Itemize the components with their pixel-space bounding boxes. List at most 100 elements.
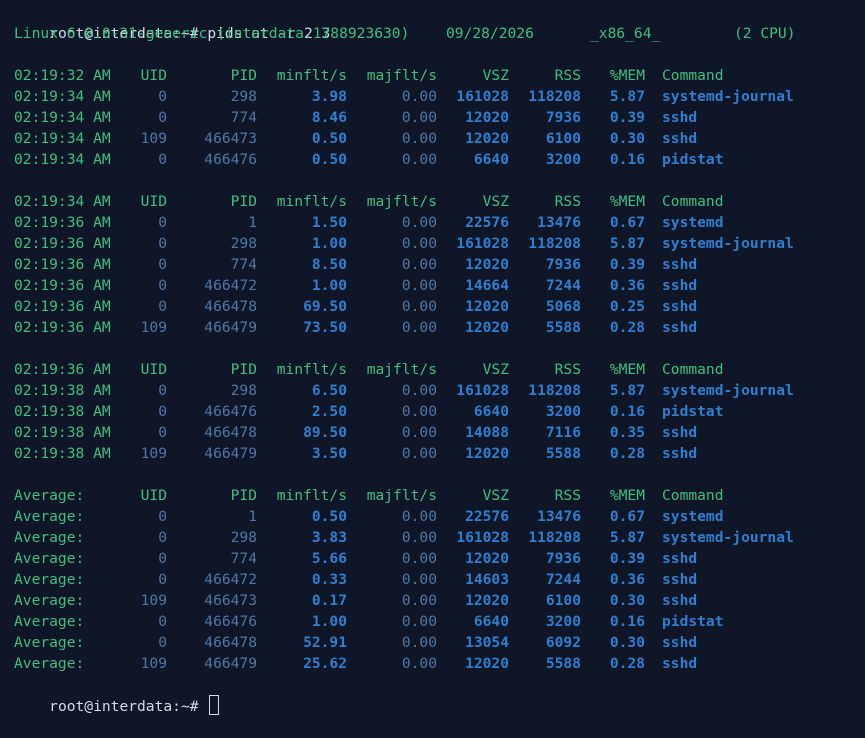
command-cell: sshd — [662, 445, 698, 462]
uid-cell: 0 — [158, 214, 167, 231]
command-cell: systemd-journal — [662, 88, 794, 105]
command-cell: sshd — [662, 634, 698, 651]
uid-cell: 0 — [158, 88, 167, 105]
process-row: 02:19:34 AM 109 466473 0.50 0.00 12020 6100 0.3… — [14, 128, 865, 149]
time-cell: 02:19:36 AM — [14, 277, 111, 294]
vsz-cell: 6640 — [473, 403, 509, 420]
minflt-cell: 3.98 — [311, 88, 347, 105]
rss-cell: 118208 — [528, 529, 581, 546]
header-rss: RSS — [554, 193, 581, 210]
vsz-cell: 12020 — [465, 109, 509, 126]
pid-cell: 466473 — [204, 592, 257, 609]
majflt-cell: 0.00 — [401, 529, 437, 546]
vsz-cell: 6640 — [473, 613, 509, 630]
header-time: Average: — [14, 487, 85, 504]
time-cell: 02:19:38 AM — [14, 403, 111, 420]
uid-cell: 0 — [158, 109, 167, 126]
command-cell: sshd — [662, 424, 698, 441]
command-cell: sshd — [662, 550, 698, 567]
header-cmd: Command — [662, 361, 724, 378]
header-minflt: minflt/s — [276, 193, 347, 210]
uid-cell: 0 — [158, 571, 167, 588]
time-cell: Average: — [14, 592, 85, 609]
pid-cell: 298 — [230, 529, 257, 546]
pid-cell: 774 — [230, 109, 257, 126]
mem-cell: 0.39 — [609, 256, 645, 273]
time-cell: 02:19:36 AM — [14, 256, 111, 273]
mem-cell: 0.28 — [609, 655, 645, 672]
pid-cell: 298 — [230, 88, 257, 105]
rss-cell: 7936 — [545, 256, 581, 273]
vsz-cell: 161028 — [456, 529, 509, 546]
command-cell: systemd — [662, 508, 724, 525]
time-cell: 02:19:36 AM — [14, 298, 111, 315]
uid-cell: 0 — [158, 529, 167, 546]
sysinfo-line: Linux 6.8.0-31-generic (interdata.178892… — [14, 23, 865, 44]
header-majflt: majflt/s — [366, 361, 437, 378]
rss-cell: 6092 — [545, 634, 581, 651]
majflt-cell: 0.00 — [401, 403, 437, 420]
vsz-cell: 12020 — [465, 319, 509, 336]
pid-cell: 298 — [230, 382, 257, 399]
vsz-cell: 12020 — [465, 130, 509, 147]
majflt-cell: 0.00 — [401, 445, 437, 462]
command-cell: pidstat — [662, 151, 724, 168]
command-cell: sshd — [662, 256, 698, 273]
command-cell: sshd — [662, 319, 698, 336]
majflt-cell: 0.00 — [401, 151, 437, 168]
pid-cell: 466479 — [204, 445, 257, 462]
mem-cell: 0.30 — [609, 634, 645, 651]
majflt-cell: 0.00 — [401, 592, 437, 609]
uid-cell: 0 — [158, 256, 167, 273]
rss-cell: 7936 — [545, 550, 581, 567]
uid-cell: 109 — [140, 445, 167, 462]
header-cmd: Command — [662, 193, 724, 210]
majflt-cell: 0.00 — [401, 655, 437, 672]
time-cell: 02:19:34 AM — [14, 88, 111, 105]
process-row: Average: 109 466473 0.17 0.00 12020 6100 0.30 ss… — [14, 590, 865, 611]
mem-cell: 5.87 — [609, 529, 645, 546]
process-row: 02:19:34 AM 0 466476 0.50 0.00 6640 3200 0.16 pi… — [14, 149, 865, 170]
vsz-cell: 14088 — [465, 424, 509, 441]
uid-cell: 0 — [158, 277, 167, 294]
mem-cell: 0.35 — [609, 424, 645, 441]
time-cell: Average: — [14, 634, 85, 651]
final-prompt-line[interactable]: root@interdata:~# — [14, 674, 865, 715]
process-row: Average: 0 466478 52.91 0.00 13054 6092 0.30 ssh… — [14, 632, 865, 653]
cpu-count: (2 CPU) — [734, 25, 796, 42]
vsz-cell: 12020 — [465, 445, 509, 462]
process-row: Average: 0 466472 0.33 0.00 14603 7244 0.36 sshd — [14, 569, 865, 590]
process-row: Average: 0 466476 1.00 0.00 6640 3200 0.16 pidst… — [14, 611, 865, 632]
command-cell: sshd — [662, 592, 698, 609]
majflt-cell: 0.00 — [401, 109, 437, 126]
rss-cell: 3200 — [545, 403, 581, 420]
header-mem: %MEM — [609, 487, 645, 504]
time-cell: Average: — [14, 529, 85, 546]
header-mem: %MEM — [609, 67, 645, 84]
majflt-cell: 0.00 — [401, 508, 437, 525]
mem-cell: 0.16 — [609, 151, 645, 168]
header-uid: UID — [140, 67, 167, 84]
terminal-cursor — [209, 695, 220, 715]
header-majflt: majflt/s — [366, 67, 437, 84]
pidstat-output: 02:19:32 AM UID PID minflt/s majflt/s VSZ RSS%… — [14, 44, 865, 674]
mem-cell: 0.67 — [609, 214, 645, 231]
minflt-cell: 1.00 — [311, 277, 347, 294]
vsz-cell: 13054 — [465, 634, 509, 651]
header-majflt: majflt/s — [366, 487, 437, 504]
minflt-cell: 0.50 — [311, 508, 347, 525]
terminal-window[interactable]: root@interdata:~# pidstat -r 2 3 Linux 6… — [0, 0, 865, 715]
time-cell: 02:19:38 AM — [14, 445, 111, 462]
mem-cell: 0.36 — [609, 571, 645, 588]
pid-cell: 466478 — [204, 634, 257, 651]
command-cell: sshd — [662, 655, 698, 672]
pid-cell: 774 — [230, 550, 257, 567]
minflt-cell: 69.50 — [303, 298, 347, 315]
majflt-cell: 0.00 — [401, 277, 437, 294]
rss-cell: 118208 — [528, 235, 581, 252]
command-cell: pidstat — [662, 613, 724, 630]
mem-cell: 0.28 — [609, 445, 645, 462]
minflt-cell: 3.83 — [311, 529, 347, 546]
vsz-cell: 22576 — [465, 214, 509, 231]
rss-cell: 5588 — [545, 655, 581, 672]
